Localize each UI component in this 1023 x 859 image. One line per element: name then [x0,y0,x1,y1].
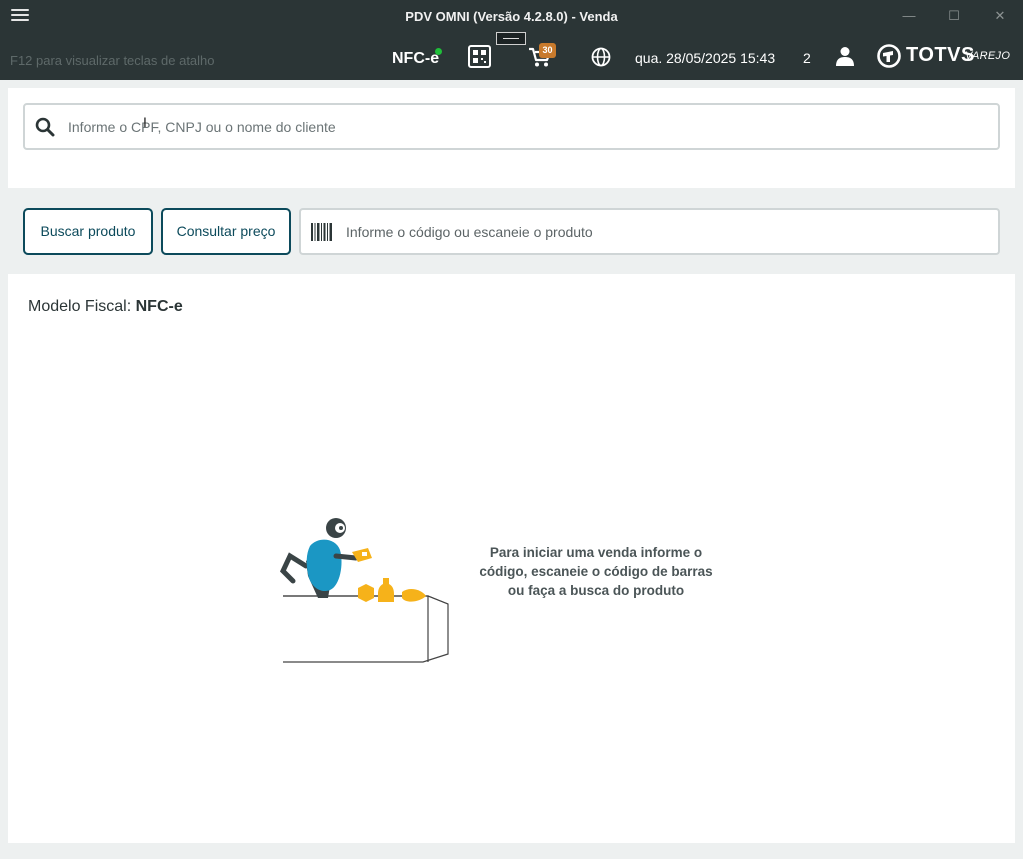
fiscal-status-dot [435,48,442,55]
cart-count-badge: 30 [539,43,556,58]
fiscal-model-value: NFC-e [135,298,183,315]
client-search-input[interactable] [68,105,988,148]
shortcut-hint: F12 para visualizar teclas de atalho [10,53,215,68]
product-panel: Buscar produto Consultar preço [8,198,1015,264]
client-panel: I [8,88,1015,188]
qr-code-icon[interactable] [468,45,491,68]
barcode-input[interactable] [346,210,986,253]
window-title: PDV OMNI (Versão 4.2.8.0) - Venda [405,9,618,24]
maximize-button[interactable]: ☐ [941,6,967,26]
barcode-icon [311,223,332,241]
user-icon[interactable] [836,46,854,66]
fiscal-model-caption: Modelo Fiscal: [28,298,132,315]
datetime: qua. 28/05/2025 15:43 [635,50,776,66]
check-price-button[interactable]: Consultar preço [161,208,291,255]
brand-subtitle: VAREJO [965,50,1011,62]
empty-state-message: Para iniciar uma venda informe o código,… [479,545,713,598]
client-search-box[interactable] [23,103,1000,150]
top-bar: PDV OMNI (Versão 4.2.8.0) - Venda — ☐ ✕ … [0,0,1023,80]
search-icon [35,117,55,137]
globe-icon[interactable] [591,47,611,67]
terminal-count: 2 [803,50,811,66]
fiscal-model-indicator: NFC-e [392,50,440,67]
minimize-button[interactable]: — [896,6,922,26]
text-cursor-icon: I [143,114,147,130]
sale-panel: Modelo Fiscal: NFC-e Para iniciar uma ve… [8,274,1015,843]
empty-cart-illustration [279,518,449,663]
totvs-logo-icon [877,44,901,68]
search-product-button[interactable]: Buscar produto [23,208,153,255]
fiscal-model-label: Modelo Fiscal: NFC-e [28,298,183,316]
barcode-field[interactable] [299,208,1000,255]
close-button[interactable]: ✕ [987,6,1013,26]
title-bar: PDV OMNI (Versão 4.2.8.0) - Venda — ☐ ✕ [0,0,1023,32]
tooltip [496,32,526,45]
